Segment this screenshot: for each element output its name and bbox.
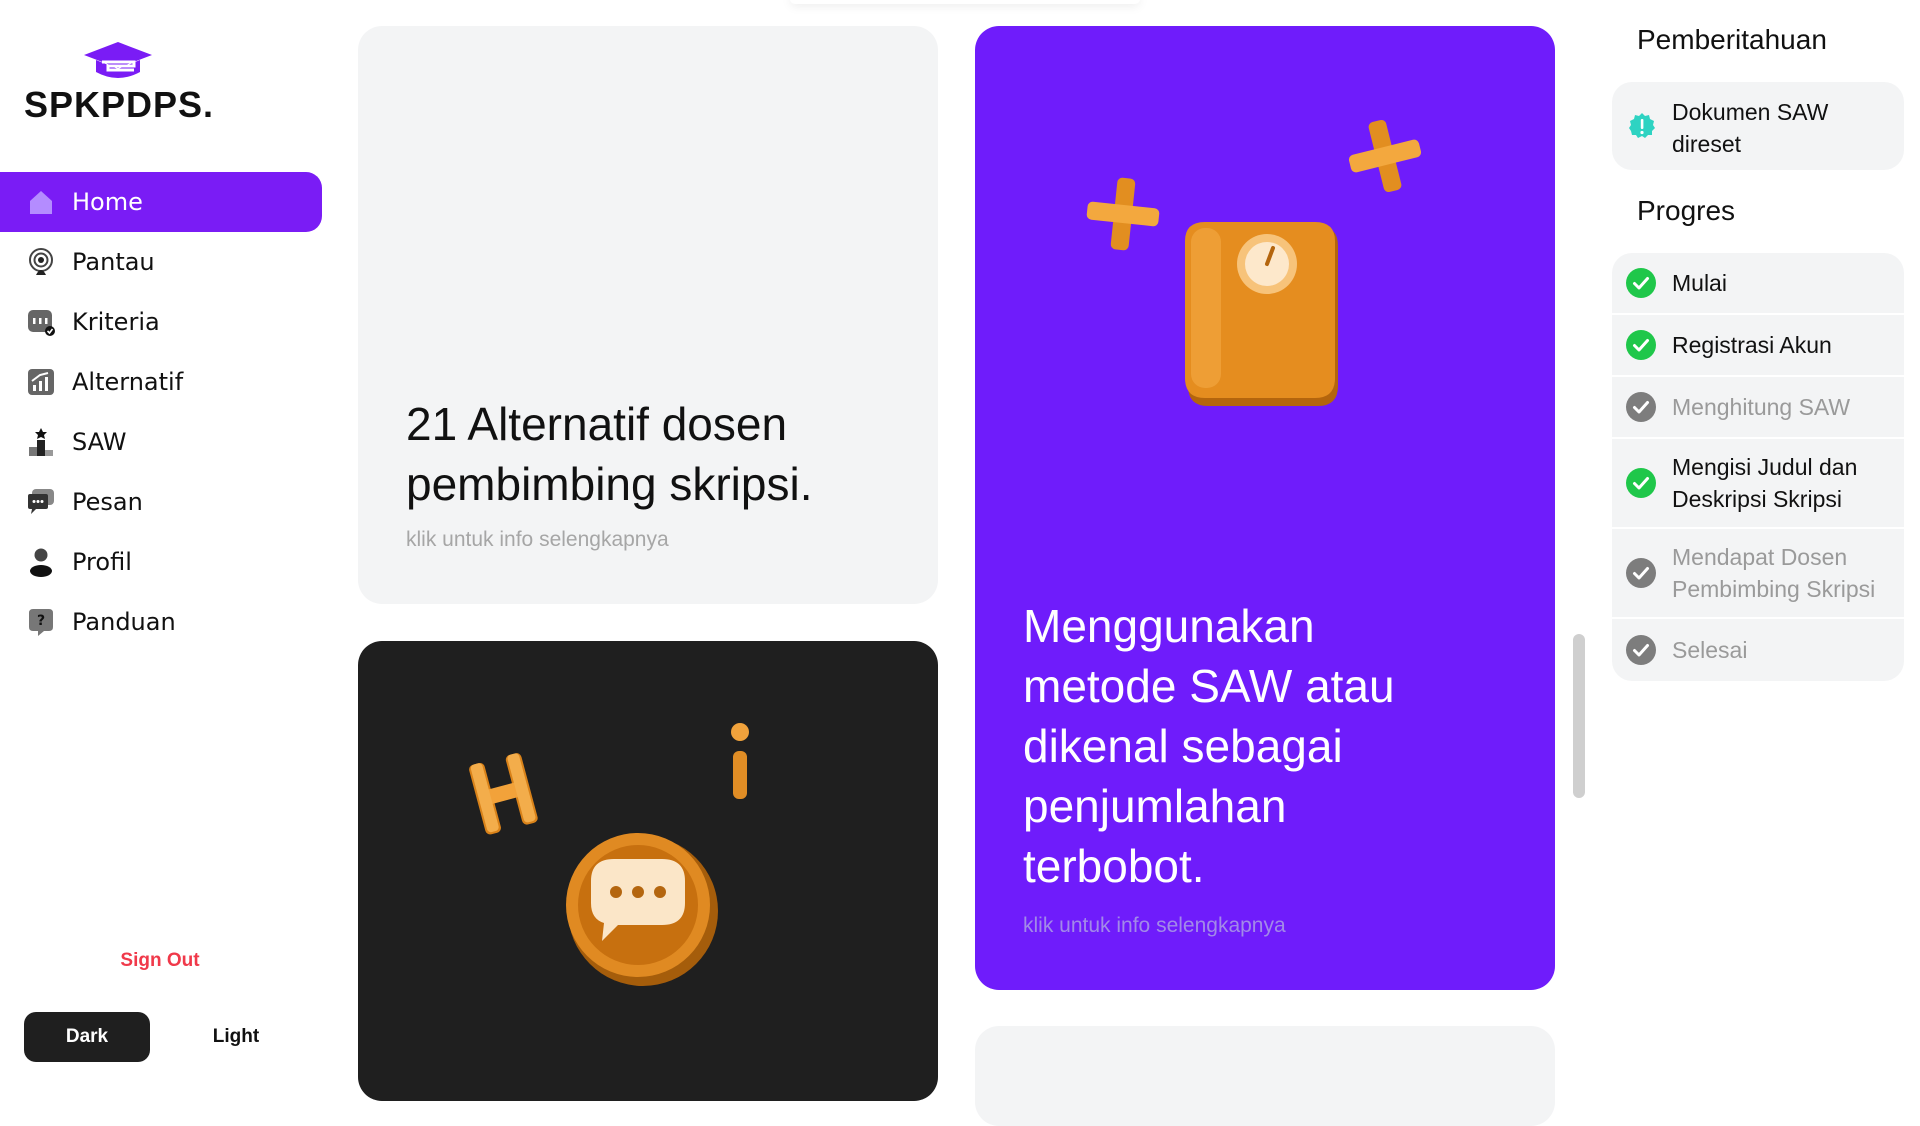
title-line: dikenal sebagai	[1023, 720, 1343, 772]
notifications-heading: Pemberitahuan	[1637, 24, 1827, 55]
nav-item-pantau[interactable]: Pantau	[0, 232, 322, 292]
notification-item[interactable]: Dokumen SAW direset	[1612, 82, 1904, 170]
check-done-icon	[1626, 330, 1656, 360]
svg-text:?: ?	[37, 613, 45, 629]
nav-menu: Home Pantau Kriteria Alternatif SAW Pesa…	[0, 172, 330, 652]
dark-theme-button[interactable]: Dark	[24, 1012, 150, 1062]
progress-step-label: Menghitung SAW	[1672, 391, 1850, 423]
scale-3d-illustration	[1086, 119, 1422, 406]
alert-icon	[1629, 113, 1655, 138]
alternatif-card-title: 21 Alternatif dosen pembimbing skripsi.	[406, 394, 812, 514]
alternatif-card-subtitle: klik untuk info selengkapnya	[406, 528, 669, 551]
sign-out-button[interactable]: Sign Out	[100, 950, 220, 972]
nav-label: Pesan	[72, 488, 143, 516]
logo[interactable]: SPKPDPS.	[24, 40, 214, 130]
sidebar: SPKPDPS. Home Pantau Kriteria Alternatif	[0, 0, 330, 1080]
check-pending-icon	[1626, 635, 1656, 665]
title-line: terbobot.	[1023, 840, 1205, 892]
nav-label: SAW	[72, 428, 127, 456]
progress-step-label: Mendapat Dosen Pembimbing Skripsi	[1672, 541, 1875, 605]
title-line: penjumlahan	[1023, 780, 1287, 832]
progress-step-line: Mengisi Judul dan	[1672, 454, 1858, 480]
progress-step: Mendapat Dosen Pembimbing Skripsi	[1612, 529, 1904, 619]
nav-item-alternatif[interactable]: Alternatif	[0, 352, 322, 412]
nav-item-panduan[interactable]: ? Panduan	[0, 592, 322, 652]
help-icon: ?	[26, 607, 56, 637]
progress-step-label: Registrasi Akun	[1672, 329, 1832, 361]
nav-label: Profil	[72, 548, 132, 576]
alternatif-card[interactable]: 21 Alternatif dosen pembimbing skripsi. …	[358, 26, 938, 604]
progress-step-label: Mengisi Judul dan Deskripsi Skripsi	[1672, 451, 1857, 515]
check-pending-icon	[1626, 558, 1656, 588]
brand-name: SPKPDPS.	[24, 84, 215, 125]
title-line: pembimbing skripsi.	[406, 458, 813, 510]
progress-step: Selesai	[1612, 619, 1904, 681]
progress-step: Mengisi Judul dan Deskripsi Skripsi	[1612, 439, 1904, 529]
progress-step-label: Mulai	[1672, 267, 1727, 299]
check-pending-icon	[1626, 392, 1656, 422]
nav-item-kriteria[interactable]: Kriteria	[0, 292, 322, 352]
graduation-cap-icon	[84, 42, 152, 78]
progress-list: Mulai Registrasi Akun Menghitung SAW Mengis…	[1612, 253, 1904, 681]
light-theme-button[interactable]: Light	[173, 1012, 299, 1062]
title-line: Menggunakan	[1023, 600, 1315, 652]
progress-step: Registrasi Akun	[1612, 315, 1904, 377]
progress-step-line: Menghitung SAW	[1672, 394, 1851, 420]
chat-card[interactable]	[358, 641, 938, 1101]
broadcast-icon	[26, 247, 56, 277]
notification-line: direset	[1672, 131, 1742, 157]
progress-step: Menghitung SAW	[1612, 377, 1904, 439]
criteria-icon	[26, 307, 56, 337]
check-done-icon	[1626, 468, 1656, 498]
top-shadow-bar	[790, 0, 1140, 4]
progress-step-line: Mulai	[1672, 270, 1727, 296]
nav-label: Kriteria	[72, 308, 160, 336]
title-line: metode SAW atau	[1023, 660, 1395, 712]
user-icon	[26, 547, 56, 577]
home-icon	[26, 187, 56, 217]
saw-card-subtitle: klik untuk info selengkapnya	[1023, 914, 1286, 937]
nav-label: Alternatif	[72, 368, 184, 396]
progress-step-line: Pembimbing Skripsi	[1672, 576, 1876, 602]
chart-icon	[26, 367, 56, 397]
main-scrollbar[interactable]	[1573, 634, 1585, 798]
progress-step-line: Mendapat Dosen	[1672, 544, 1848, 570]
progress-step-line: Selesai	[1672, 637, 1748, 663]
progress-step: Mulai	[1612, 253, 1904, 315]
nav-label: Panduan	[72, 608, 176, 636]
nav-label: Home	[72, 188, 143, 216]
title-line: 21 Alternatif dosen	[406, 398, 788, 450]
chat-icon	[26, 487, 56, 517]
saw-card-title: Menggunakan metode SAW atau dikenal seba…	[1023, 596, 1395, 896]
progress-heading: Progres	[1637, 195, 1736, 226]
notification-line: Dokumen SAW	[1672, 99, 1829, 125]
progress-step-line: Registrasi Akun	[1672, 332, 1832, 358]
progress-step-label: Selesai	[1672, 634, 1747, 666]
nav-item-home[interactable]: Home	[0, 172, 322, 232]
nav-item-profil[interactable]: Profil	[0, 532, 322, 592]
nav-item-saw[interactable]: SAW	[0, 412, 322, 472]
check-done-icon	[1626, 268, 1656, 298]
notification-text: Dokumen SAW direset	[1672, 96, 1892, 160]
chat-3d-illustration	[469, 723, 749, 986]
podium-icon	[26, 427, 56, 457]
nav-item-pesan[interactable]: Pesan	[0, 472, 322, 532]
next-card[interactable]	[975, 1026, 1555, 1126]
nav-label: Pantau	[72, 248, 155, 276]
progress-step-line: Deskripsi Skripsi	[1672, 486, 1842, 512]
saw-card[interactable]: Menggunakan metode SAW atau dikenal seba…	[975, 26, 1555, 990]
